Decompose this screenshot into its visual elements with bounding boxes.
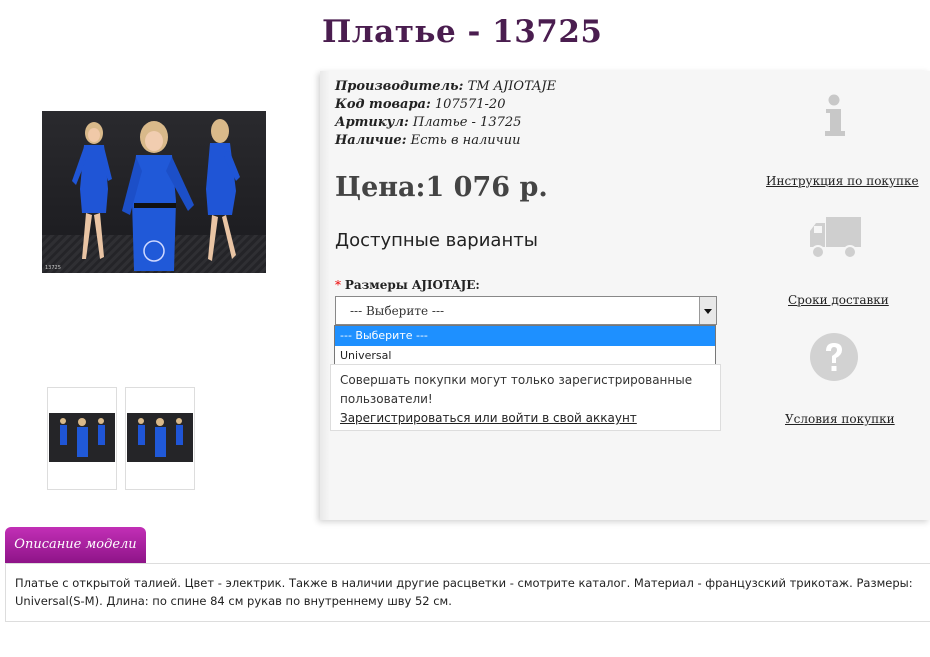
chevron-down-icon[interactable] <box>699 297 716 324</box>
code-label: Код товара: <box>335 97 431 112</box>
code-row: Код товара: 107571-20 <box>335 96 556 114</box>
tab-description[interactable]: Описание модели <box>5 527 146 563</box>
product-attributes: Производитель: ТМ AJIOTAJE Код товара: 1… <box>335 78 556 150</box>
code-value: 107571-20 <box>434 97 506 112</box>
availability-value: Есть в наличии <box>410 133 521 148</box>
size-dropdown-list[interactable]: --- Выберите --- Universal <box>334 325 716 368</box>
instruction-link[interactable]: Инструкция по покупке <box>766 174 919 188</box>
login-notice: Совершать покупки могут только зарегистр… <box>330 364 721 431</box>
availability-row: Наличие: Есть в наличии <box>335 132 556 150</box>
size-label: * Размеры AJIOTAJE: <box>335 278 480 292</box>
size-select[interactable]: --- Выберите --- <box>335 296 717 325</box>
size-label-text: Размеры AJIOTAJE: <box>344 278 480 292</box>
product-price: Цена:1 076 р. <box>335 172 548 203</box>
required-mark: * <box>335 278 341 292</box>
truck-icon <box>810 217 861 259</box>
manufacturer-label: Производитель: <box>335 79 464 94</box>
question-icon <box>810 333 858 381</box>
size-option[interactable]: Universal <box>335 346 715 366</box>
article-row: Артикул: Платье - 13725 <box>335 114 556 132</box>
manufacturer-row: Производитель: ТМ AJIOTAJE <box>335 78 556 96</box>
product-thumbnail[interactable] <box>125 387 195 490</box>
size-option[interactable]: --- Выберите --- <box>335 326 715 346</box>
product-description: Платье с открытой талией. Цвет - электри… <box>5 563 930 622</box>
product-main-image[interactable]: 13725 <box>42 111 266 273</box>
manufacturer-value: ТМ AJIOTAJE <box>467 79 557 94</box>
login-message: Совершать покупки могут только зарегистр… <box>340 373 693 406</box>
availability-label: Наличие: <box>335 133 407 148</box>
article-label: Артикул: <box>335 115 409 130</box>
svg-text:13725: 13725 <box>45 265 61 271</box>
article-value: Платье - 13725 <box>412 115 522 130</box>
variants-heading: Доступные варианты <box>335 230 538 251</box>
info-icon <box>825 94 845 136</box>
login-link[interactable]: Зарегистрироваться или войти в свой акка… <box>340 411 637 425</box>
size-select-value: --- Выберите --- <box>350 304 445 318</box>
product-thumbnail[interactable] <box>47 387 117 490</box>
page-title: Платье - 13725 <box>322 14 603 50</box>
conditions-link[interactable]: Условия покупки <box>785 412 895 426</box>
delivery-link[interactable]: Сроки доставки <box>788 293 889 307</box>
